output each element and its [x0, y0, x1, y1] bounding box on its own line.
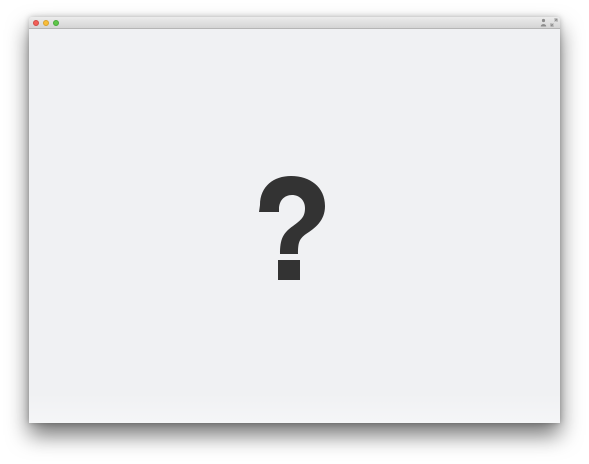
window-content: [29, 29, 560, 423]
content-bottom-edge: [29, 393, 560, 423]
close-window-button[interactable]: [33, 19, 39, 26]
app-window: [29, 17, 560, 423]
window-titlebar[interactable]: [29, 17, 560, 29]
minimize-window-button[interactable]: [43, 19, 49, 26]
person-icon[interactable]: [540, 18, 547, 27]
zoom-window-button[interactable]: [53, 19, 59, 26]
question-mark-icon: [259, 176, 325, 280]
fullscreen-icon[interactable]: [550, 18, 558, 27]
